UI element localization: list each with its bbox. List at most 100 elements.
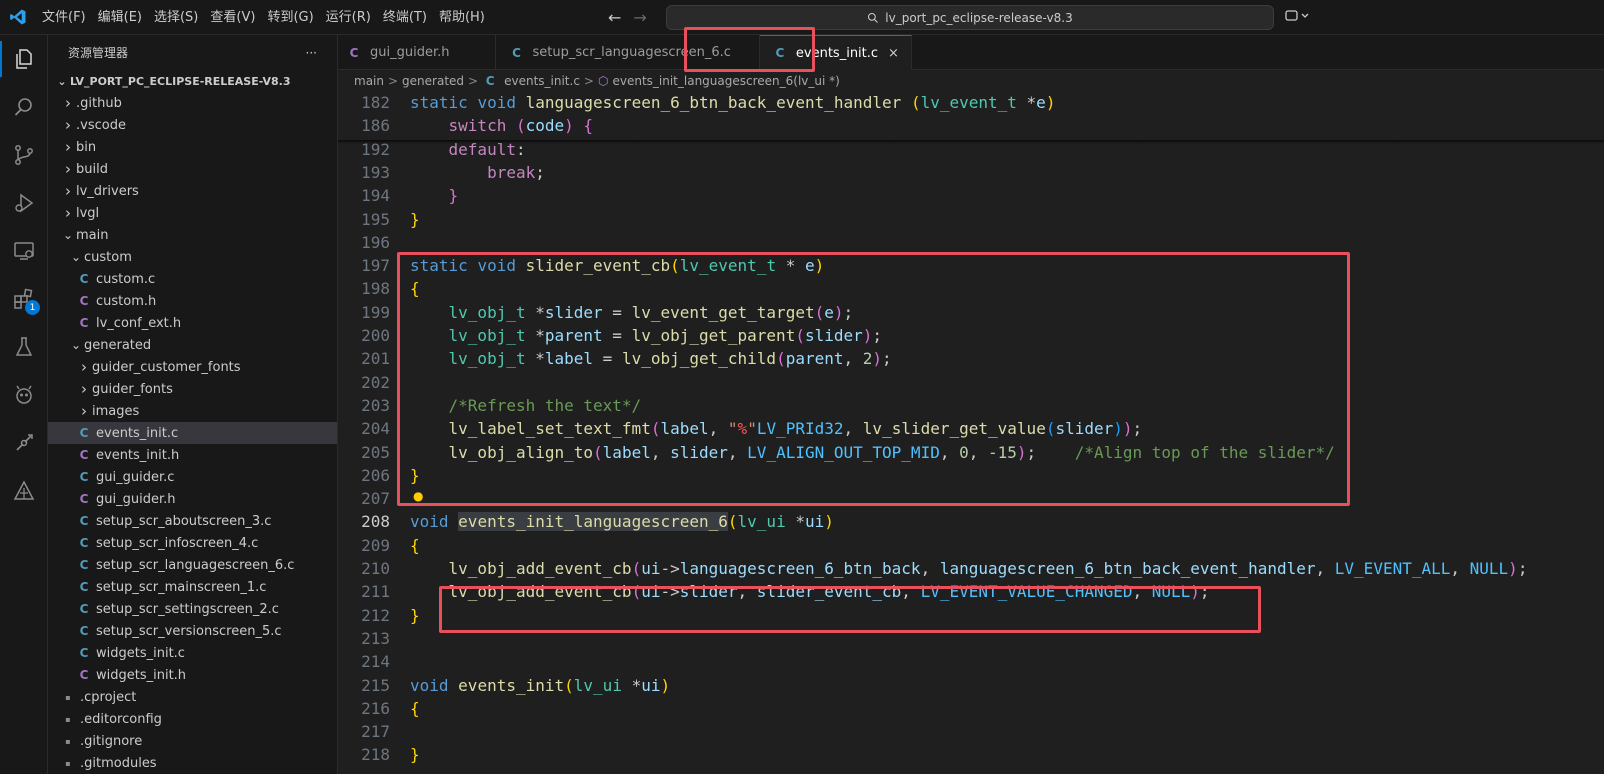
menu-item[interactable]: 编辑(E) — [92, 0, 148, 35]
tree-file[interactable]: Cgui_guider.c — [48, 466, 337, 488]
code-editor[interactable]: 182 static void languagescreen_6_btn_back… — [338, 92, 1604, 774]
tree-file[interactable]: Csetup_scr_infoscreen_4.c — [48, 532, 337, 554]
code-token: languagescreen_6_btn_back_event_handler — [525, 93, 902, 112]
menu-item[interactable]: 帮助(H) — [433, 0, 491, 35]
code-line: 217 — [338, 720, 1604, 744]
code-token: -15 — [988, 442, 1017, 462]
testing-icon[interactable] — [0, 323, 48, 371]
tree-folder[interactable]: ⌄ custom — [48, 246, 337, 268]
tree-folder[interactable]: › lv_drivers — [48, 180, 337, 202]
tab-label: events_init.c — [795, 45, 879, 61]
file-icon: ▪ — [65, 758, 71, 768]
tree-file[interactable]: ▪ .gitignore — [48, 730, 337, 752]
arrow-right-icon[interactable]: → — [633, 8, 646, 27]
code-line: 214 — [338, 650, 1604, 674]
line-code: lv_label_set_text_fmt(label, "%"LV_PRId3… — [448, 419, 1143, 439]
command-center-search[interactable]: lv_port_pc_eclipse-release-v8.3 — [666, 5, 1274, 30]
gui-guider-icon[interactable] — [0, 467, 48, 515]
code-token: void — [477, 256, 516, 276]
code-token: NULL — [1151, 582, 1191, 602]
remote-explorer-icon[interactable] — [0, 227, 48, 275]
menu-item[interactable]: 文件(F) — [36, 0, 92, 35]
tree-file[interactable]: Ccustom.h — [48, 290, 337, 312]
workspace-root[interactable]: ⌄ LV_PORT_PC_ECLIPSE-RELEASE-V8.3 — [48, 70, 337, 92]
tree-file[interactable]: Csetup_scr_settingscreen_2.c — [48, 598, 337, 620]
menu-item[interactable]: 终端(T) — [377, 0, 433, 35]
code-token: { — [410, 535, 420, 555]
code-token: label — [660, 419, 709, 439]
tree-item-label: .gitignore — [80, 733, 143, 749]
tree-folder[interactable]: › .github — [48, 92, 337, 114]
code-token: slider — [804, 326, 863, 345]
tree-file[interactable]: ▪ .gitmodules — [48, 752, 337, 774]
line-code: void events_init(lv_ui *ui) — [410, 675, 671, 695]
search-icon[interactable] — [0, 83, 48, 131]
h-file-icon: C — [79, 492, 89, 506]
tree-file[interactable]: Cwidgets_init.c — [48, 642, 337, 664]
git-graph-icon[interactable] — [0, 419, 48, 467]
tree-folder[interactable]: ⌄ main — [48, 224, 337, 246]
tree-folder[interactable]: › guider_customer_fonts — [48, 356, 337, 378]
tree-file[interactable]: Csetup_scr_languagescreen_6.c — [48, 554, 337, 576]
tree-file[interactable]: Cgui_guider.h — [48, 488, 337, 510]
code-token: LV_ALIGN_OUT_TOP_MID — [747, 442, 940, 462]
close-icon[interactable]: × — [888, 46, 899, 61]
tree-file[interactable]: Ccustom.c — [48, 268, 337, 290]
menu-item[interactable]: 转到(G) — [261, 0, 319, 35]
platformio-icon[interactable] — [0, 371, 48, 419]
code-token: lv_obj_get_parent — [631, 326, 796, 345]
tree-folder[interactable]: › images — [48, 400, 337, 422]
tree-file[interactable]: Csetup_scr_versionscreen_5.c — [48, 620, 337, 642]
code-token: LV_EVENT_VALUE_CHANGED — [920, 582, 1133, 602]
h-file-icon: C — [79, 294, 89, 308]
explorer-sidebar: 资源管理器 ··· ⌄ LV_PORT_PC_ECLIPSE-RELEASE-V… — [48, 35, 338, 774]
menu-item[interactable]: 运行(R) — [320, 0, 377, 35]
tab-setup-scr-languagescreen-6-c[interactable]: Csetup_scr_languagescreen_6.c — [496, 35, 760, 70]
workspace-root-label: LV_PORT_PC_ECLIPSE-RELEASE-V8.3 — [70, 74, 291, 88]
menu-item[interactable]: 选择(S) — [148, 0, 204, 35]
tree-file[interactable]: Csetup_scr_mainscreen_1.c — [48, 576, 337, 598]
breadcrumb-item[interactable]: events_init.c — [504, 74, 580, 88]
tab-gui-guider-h[interactable]: Cgui_guider.h — [338, 35, 497, 70]
code-line: 211 lv_obj_add_event_cb(ui->slider, slid… — [338, 580, 1604, 604]
tree-folder[interactable]: ⌄ generated — [48, 334, 337, 356]
line-number: 182 — [361, 93, 390, 112]
tree-file[interactable]: Cevents_init.h — [48, 444, 337, 466]
tree-file[interactable]: ▪ .editorconfig — [48, 708, 337, 730]
tree-folder[interactable]: › build — [48, 158, 337, 180]
line-code: static void languagescreen_6_btn_back_ev… — [410, 93, 1056, 112]
tree-file[interactable]: Cwidgets_init.h — [48, 664, 337, 686]
code-token: { — [583, 116, 594, 136]
tree-folder[interactable]: › .vscode — [48, 114, 337, 136]
extensions-icon[interactable]: 1 — [0, 275, 48, 323]
breadcrumb-item[interactable]: generated — [402, 74, 464, 88]
tree-item-label: setup_scr_versionscreen_5.c — [96, 623, 282, 639]
lightbulb-icon[interactable]: ● — [413, 489, 423, 503]
tree-item-label: custom.h — [96, 293, 157, 309]
arrow-left-icon[interactable]: ← — [608, 8, 621, 27]
code-line: 200 lv_obj_t *parent = lv_obj_get_parent… — [338, 324, 1604, 348]
tree-folder[interactable]: › lvgl — [48, 202, 337, 224]
tree-file[interactable]: Clv_conf_ext.h — [48, 312, 337, 334]
code-token: ui — [804, 512, 825, 532]
copilot-icon[interactable] — [1284, 8, 1310, 28]
breadcrumb-item[interactable]: events_init_languagescreen_6(lv_ui *) — [612, 74, 839, 88]
c-file-icon: C — [79, 272, 89, 286]
run-debug-icon[interactable] — [0, 179, 48, 227]
chevron-right-icon: › — [65, 182, 71, 200]
code-token: events_init_languagescreen_6 — [458, 512, 728, 532]
explorer-icon[interactable] — [0, 35, 48, 83]
breadcrumb-item[interactable]: main — [354, 74, 384, 88]
more-actions-icon[interactable]: ··· — [306, 46, 317, 60]
menu-item[interactable]: 查看(V) — [204, 0, 261, 35]
tab-events-init-c[interactable]: Cevents_init.c × — [759, 35, 912, 70]
tree-file[interactable]: Csetup_scr_aboutscreen_3.c — [48, 510, 337, 532]
source-control-icon[interactable] — [0, 131, 48, 179]
tree-file[interactable]: Cevents_init.c — [48, 422, 337, 444]
tree-file[interactable]: ▪ .cproject — [48, 686, 337, 708]
tree-folder[interactable]: › bin — [48, 136, 337, 158]
tree-folder[interactable]: › guider_fonts — [48, 378, 337, 400]
line-number: 186 — [361, 116, 390, 136]
line-code: lv_obj_t *label = lv_obj_get_child(paren… — [448, 349, 892, 369]
code-line: 202 — [338, 371, 1604, 395]
